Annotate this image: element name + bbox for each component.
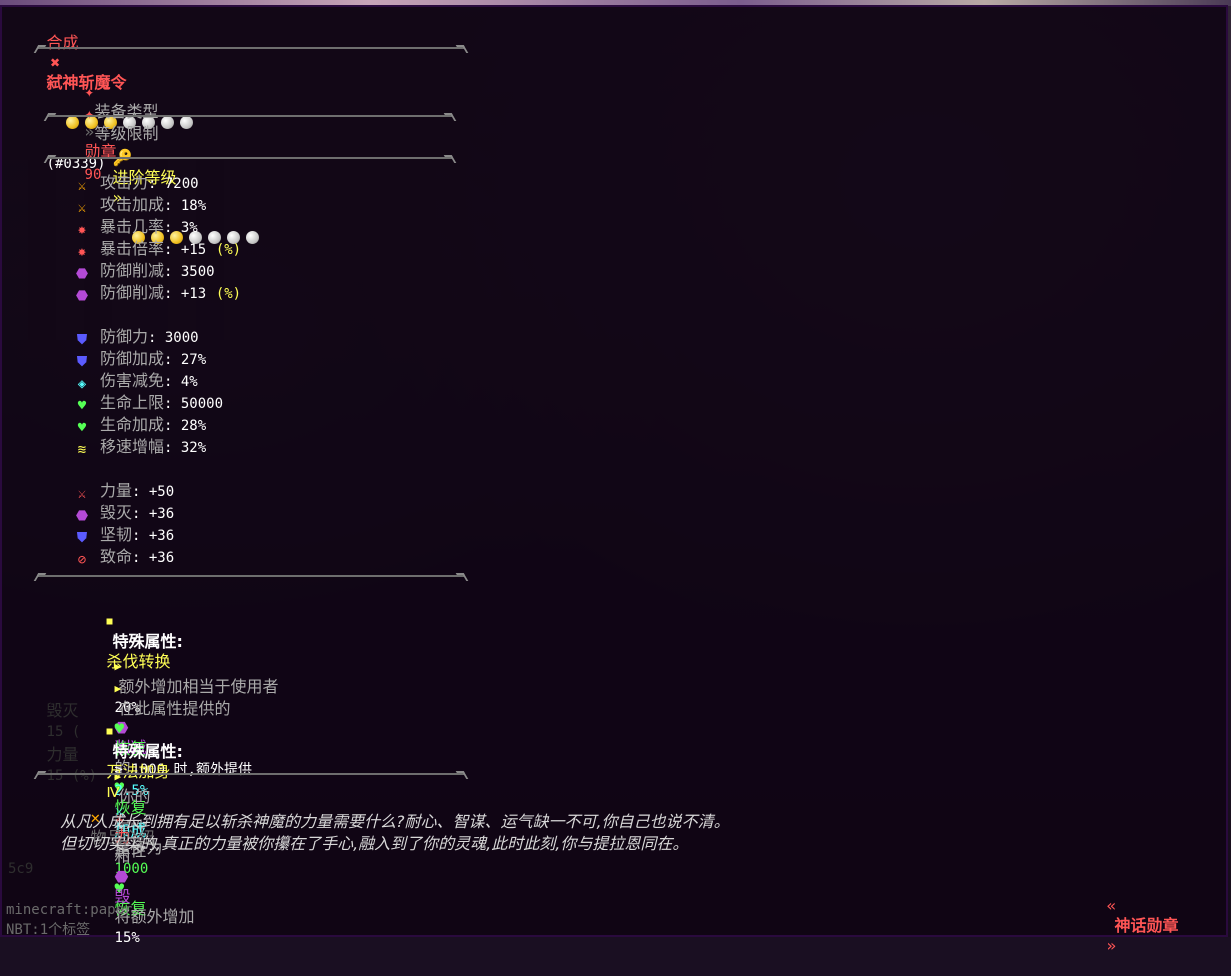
separator (38, 773, 464, 775)
separator (38, 575, 464, 577)
right-ornament-icon: » (1106, 936, 1117, 955)
fatal-icon: ⊘ (77, 552, 87, 568)
star-empty-icon (245, 231, 259, 244)
sword-icon: ⚔ (77, 178, 87, 194)
lore-line-2: 但切切实实的,真正的力量被你攥在了手心,融入到了你的灵魂,此时此刻,你与提拉恩同… (60, 834, 689, 853)
stat-row: ⚔ 力量: +50 (74, 481, 174, 502)
stat-row: ⚔ 攻击力: 7200 (74, 173, 199, 194)
armor-break-icon: ⬣ (75, 288, 89, 304)
item-registry-id: minecraft:paper (6, 902, 133, 918)
shield-icon: ⛊ (76, 332, 88, 348)
heart-icon: ♥ (77, 420, 87, 436)
stat-row: ⬣ 防御削减: 3500 (75, 261, 215, 282)
crit-icon: ✸ (77, 244, 87, 260)
stat-row: ⬣ 防御削减: +13 (%) (75, 283, 242, 304)
stat-row: ⛊ 坚韧: +36 (74, 525, 174, 546)
armor-break-icon: ⬣ (75, 266, 89, 282)
crit-icon: ✸ (77, 222, 87, 238)
item-tooltip: 合成 ✖ 弑神斩魔令 (#0339) ✦ 装备类型 » 勋章 ✦ 等级限制 : … (0, 5, 1228, 955)
bullet-icon: ■ (106, 726, 113, 737)
bullet-icon: ■ (106, 616, 113, 627)
stat-row: ≋ 移速增幅: 32% (74, 437, 206, 458)
stat-row: ✸ 暴击几率: 3% (74, 217, 198, 238)
shield-icon: ⛊ (76, 354, 88, 370)
stat-row: ⬣ 毁灭: +36 (75, 503, 175, 524)
separator (48, 157, 452, 159)
lore-line-1: 从凡人成长到拥有足以斩杀神魔的力量需要什么?耐心、智谋、运气缺一不可,你自己也说… (60, 812, 730, 831)
heart-icon: ♥ (77, 398, 87, 414)
nbt-info: NBT:1个标签 (6, 922, 91, 938)
strength-icon: ⚔ (77, 486, 87, 502)
separator (48, 115, 452, 117)
damage-reduce-icon: ◈ (77, 376, 87, 392)
stat-row: ♥ 生命加成: 28% (74, 415, 206, 436)
stat-row: ♥ 生命上限: 50000 (74, 393, 223, 414)
background-count: 5c9 (8, 861, 34, 877)
left-ornament-icon: « (1106, 896, 1117, 915)
stat-row: ⛊ 防御加成: 27% (74, 349, 206, 370)
destroy-icon: ⬣ (114, 867, 129, 886)
destroy-icon: ⬣ (75, 508, 89, 524)
stat-row: ⚔ 攻击加成: 18% (74, 195, 206, 216)
rarity-label: « 神话勋章 » (1106, 896, 1179, 955)
speed-icon: ≋ (77, 442, 87, 458)
toughness-icon: ⛊ (76, 530, 88, 546)
craft-prefix: 合成 (46, 33, 79, 52)
stat-row: ✸ 暴击倍率: +15 (%) (74, 239, 241, 260)
stat-row: ⊘ 致命: +36 (74, 547, 174, 568)
separator (38, 47, 464, 49)
stat-row: ◈ 伤害减免: 4% (74, 371, 198, 392)
sparkle-icon: ✦ (84, 104, 95, 123)
sword-icon: ⚔ (77, 200, 87, 216)
stat-row: ⛊ 防御力: 3000 (74, 327, 199, 348)
